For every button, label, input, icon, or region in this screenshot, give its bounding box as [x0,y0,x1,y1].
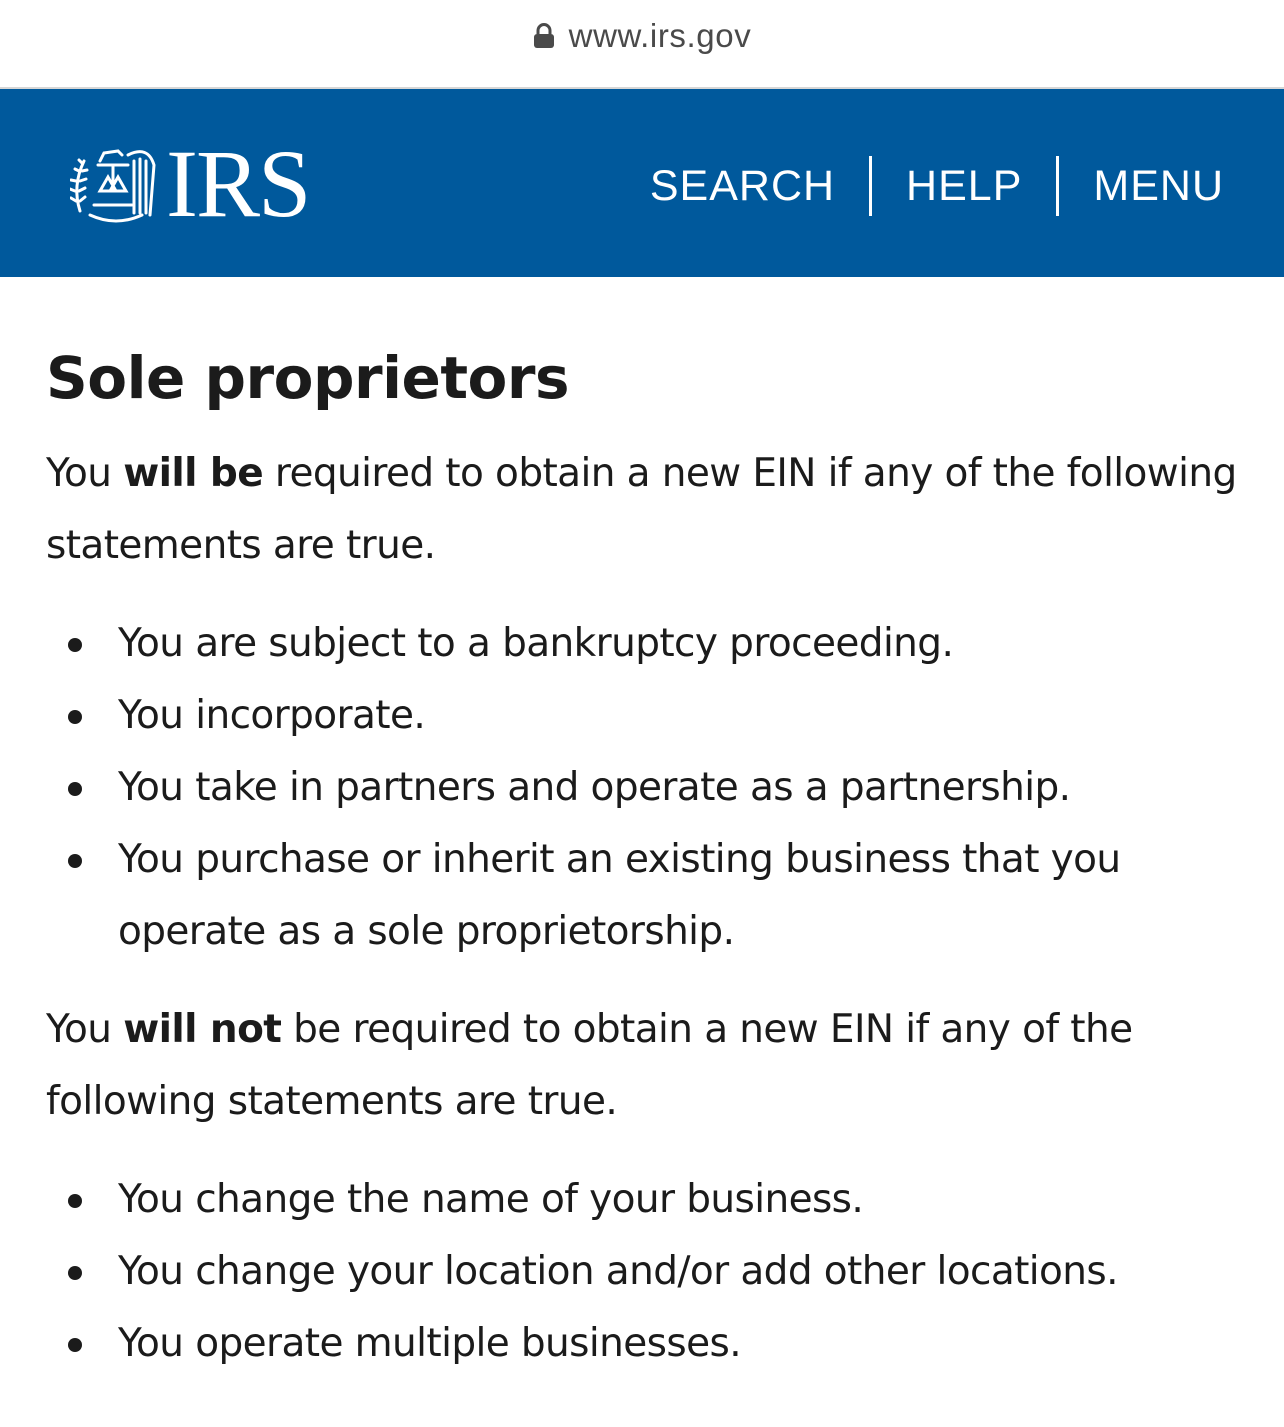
url-text: www.irs.gov [568,17,752,54]
eagle-seal-icon [70,149,156,223]
list-item: You are subject to a bankruptcy proceedi… [68,608,1246,680]
logo-text: IRS [166,130,311,237]
header-nav: SEARCH HELP MENU [650,155,1224,217]
page-title: Sole proprietors [46,344,570,412]
intro-text: You [46,451,124,496]
list-item: You change your location and/or add othe… [68,1236,1246,1308]
url-display[interactable]: www.irs.gov [0,14,1284,58]
main-content: Sole proprietors You will be required to… [46,330,1246,1380]
required-intro: You will be required to obtain a new EIN… [46,438,1246,582]
not-required-list: You change the name of your business. Yo… [46,1164,1246,1380]
intro-emphasis: will be [123,451,264,496]
list-item: You change the name of your business. [68,1164,1246,1236]
nav-divider [869,156,873,216]
not-required-intro: You will not be required to obtain a new… [46,994,1246,1138]
irs-logo[interactable]: IRS [70,130,311,237]
search-link[interactable]: SEARCH [650,162,835,211]
intro-emphasis: will not [123,1007,282,1052]
help-link[interactable]: HELP [906,162,1022,211]
nav-divider [1056,156,1060,216]
site-header: IRS SEARCH HELP MENU [0,89,1284,277]
intro-text: You [46,1007,124,1052]
list-item: You take in partners and operate as a pa… [68,752,1246,824]
list-item: You purchase or inherit an existing busi… [68,824,1246,968]
browser-url-bar[interactable]: www.irs.gov [0,0,1284,89]
menu-button[interactable]: MENU [1093,162,1224,211]
lock-icon [533,23,554,48]
list-item: You operate multiple businesses. [68,1308,1246,1380]
list-item: You incorporate. [68,680,1246,752]
required-list: You are subject to a bankruptcy proceedi… [46,608,1246,968]
